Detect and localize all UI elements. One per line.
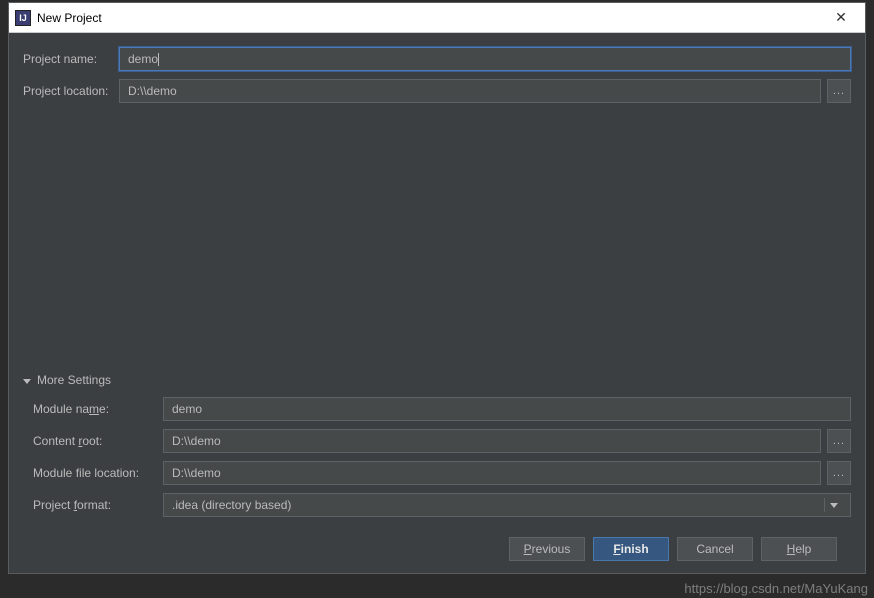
project-format-row: Project format: .idea (directory based) <box>23 493 851 517</box>
app-icon: IJ <box>15 10 31 26</box>
more-settings-panel: Module name: Content root: ... Module fi… <box>23 397 851 525</box>
project-format-dropdown-button[interactable] <box>824 498 842 512</box>
finish-button[interactable]: Finish <box>593 537 669 561</box>
content-spacer <box>23 111 851 373</box>
module-file-location-browse-button[interactable]: ... <box>827 461 851 485</box>
content-root-input[interactable] <box>163 429 821 453</box>
project-name-input[interactable]: demo <box>119 47 851 71</box>
project-format-label: Project format: <box>23 498 163 512</box>
previous-button[interactable]: Previous <box>509 537 585 561</box>
help-button[interactable]: Help <box>761 537 837 561</box>
ellipsis-icon: ... <box>833 467 845 479</box>
module-name-input[interactable] <box>163 397 851 421</box>
ellipsis-icon: ... <box>833 85 845 97</box>
titlebar[interactable]: IJ New Project ✕ <box>9 3 865 33</box>
project-location-input[interactable] <box>119 79 821 103</box>
dialog-content: Project name: demo Project location: ...… <box>9 33 865 573</box>
project-name-label: Project name: <box>23 52 119 66</box>
module-name-label: Module name: <box>23 402 163 416</box>
project-location-label: Project location: <box>23 84 119 98</box>
more-settings-expander[interactable]: More Settings <box>23 373 851 387</box>
new-project-dialog: IJ New Project ✕ Project name: demo Proj… <box>8 2 866 574</box>
more-settings-label: More Settings <box>37 373 111 387</box>
button-bar: Previous Finish Cancel Help <box>23 525 851 573</box>
cancel-button[interactable]: Cancel <box>677 537 753 561</box>
close-icon[interactable]: ✕ <box>819 4 863 32</box>
chevron-down-icon <box>23 379 31 384</box>
text-cursor-icon <box>158 53 159 66</box>
watermark-text: https://blog.csdn.net/MaYuKang <box>684 581 868 596</box>
ellipsis-icon: ... <box>833 435 845 447</box>
content-root-row: Content root: ... <box>23 429 851 453</box>
content-root-label: Content root: <box>23 434 163 448</box>
module-file-location-input[interactable] <box>163 461 821 485</box>
project-format-value: .idea (directory based) <box>172 498 291 512</box>
module-file-location-row: Module file location: ... <box>23 461 851 485</box>
module-file-location-label: Module file location: <box>23 466 163 480</box>
project-format-select[interactable]: .idea (directory based) <box>163 493 851 517</box>
project-location-row: Project location: ... <box>23 79 851 103</box>
window-title: New Project <box>37 11 819 25</box>
project-location-browse-button[interactable]: ... <box>827 79 851 103</box>
content-root-browse-button[interactable]: ... <box>827 429 851 453</box>
project-name-row: Project name: demo <box>23 47 851 71</box>
module-name-row: Module name: <box>23 397 851 421</box>
chevron-down-icon <box>830 503 838 508</box>
